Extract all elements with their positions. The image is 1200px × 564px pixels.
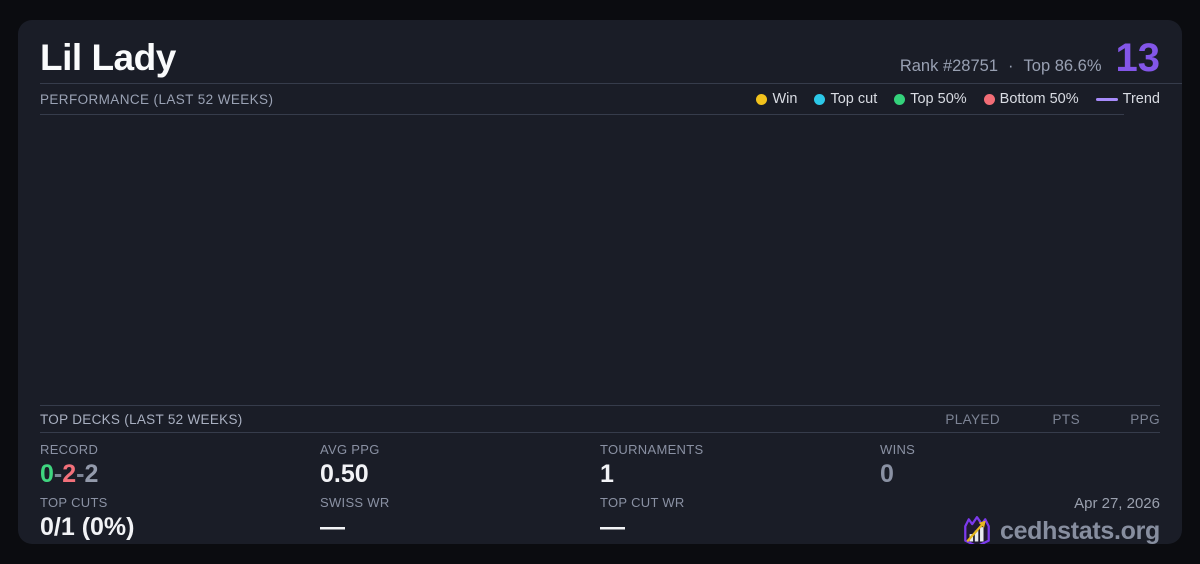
stat-wins: WINS 0	[880, 442, 1160, 495]
stat-tournaments: TOURNAMENTS 1	[600, 442, 880, 495]
legend-item-top-50: Top 50%	[894, 91, 967, 107]
stat-value-top-cuts: 0/1 (0%)	[40, 513, 135, 541]
stat-record: RECORD 0-2-2	[40, 442, 320, 495]
top-cut-dot-icon	[814, 93, 826, 105]
stat-label-tournaments: TOURNAMENTS	[600, 442, 704, 457]
legend-label: Bottom 50%	[999, 91, 1079, 107]
stat-value-tournaments: 1	[600, 460, 614, 488]
stat-label-record: RECORD	[40, 442, 99, 457]
stats-card: Lil Lady Rank #28751 · Top 86.6% 13 PERF…	[18, 20, 1182, 544]
legend-label: Trend	[1122, 91, 1160, 107]
percentile-label: Top 86.6%	[1023, 56, 1102, 75]
column-header-played: PLAYED	[945, 411, 1000, 427]
chart-legend: Win Top cut Top 50% Bottom 50% Trend	[756, 91, 1160, 107]
top-decks-section-label: TOP DECKS (LAST 52 WEEKS)	[40, 411, 243, 427]
stat-value-avg-ppg: 0.50	[320, 460, 369, 488]
generated-date: Apr 27, 2026	[1074, 495, 1160, 512]
record-wins: 0	[40, 460, 54, 488]
rank-summary: Rank #28751 · Top 86.6% 13	[899, 35, 1161, 80]
legend-label: Win	[772, 91, 798, 107]
legend-item-win: Win	[756, 91, 797, 107]
stat-value-record: 0-2-2	[40, 460, 320, 488]
page-title: Lil Lady	[40, 36, 176, 78]
stat-value-swiss-wr: —	[320, 513, 345, 541]
rank-label: Rank #28751	[899, 56, 999, 75]
rank-big-number: 13	[1115, 35, 1161, 80]
stat-label-swiss-wr: SWISS WR	[320, 495, 390, 510]
column-header-ppg: PPG	[1130, 411, 1160, 427]
legend-label: Top 50%	[910, 91, 967, 107]
legend-label: Top cut	[830, 91, 878, 107]
card-header: Lil Lady Rank #28751 · Top 86.6% 13	[40, 20, 1160, 83]
performance-header: PERFORMANCE (LAST 52 WEEKS) Win Top cut …	[40, 84, 1160, 114]
stat-top-cut-wr: TOP CUT WR —	[600, 495, 880, 544]
brand: cedhstats.org	[962, 515, 1160, 544]
record-separator: -	[53, 460, 63, 488]
stat-label-top-cuts: TOP CUTS	[40, 495, 108, 510]
top-decks-columns: PLAYED PTS PPG	[920, 412, 1160, 427]
top-50-dot-icon	[894, 93, 906, 105]
separator-dot: ·	[1008, 56, 1014, 75]
bottom-50-dot-icon	[983, 93, 995, 105]
record-draws: 2	[84, 460, 99, 488]
stat-value-top-cut-wr: —	[600, 513, 625, 541]
legend-item-trend: Trend	[1095, 91, 1160, 107]
stat-avg-ppg: AVG PPG 0.50	[320, 442, 600, 495]
win-dot-icon	[756, 93, 768, 105]
brand-text: cedhstats.org	[999, 517, 1160, 544]
stats-grid: RECORD 0-2-2 AVG PPG 0.50 TOURNAMENTS 1 …	[40, 433, 1160, 544]
stat-value-wins: 0	[880, 460, 894, 488]
stat-top-cuts: TOP CUTS 0/1 (0%)	[40, 495, 320, 544]
cedhstats-logo-icon	[964, 516, 990, 544]
top-decks-header: TOP DECKS (LAST 52 WEEKS) PLAYED PTS PPG	[40, 405, 1160, 433]
stat-label-wins: WINS	[880, 442, 916, 457]
trend-line-icon	[1095, 97, 1118, 101]
footer-branding: Apr 27, 2026 cedhstats.org	[880, 495, 1160, 544]
performance-section-label: PERFORMANCE (LAST 52 WEEKS)	[40, 91, 274, 107]
stat-swiss-wr: SWISS WR —	[320, 495, 600, 544]
legend-item-bottom-50: Bottom 50%	[983, 91, 1079, 107]
stat-label-avg-ppg: AVG PPG	[320, 442, 380, 457]
performance-chart-empty	[40, 115, 1160, 405]
column-header-pts: PTS	[1052, 411, 1080, 427]
stat-label-top-cut-wr: TOP CUT WR	[600, 495, 685, 510]
record-losses: 2	[62, 460, 77, 488]
legend-item-top-cut: Top cut	[814, 91, 877, 107]
